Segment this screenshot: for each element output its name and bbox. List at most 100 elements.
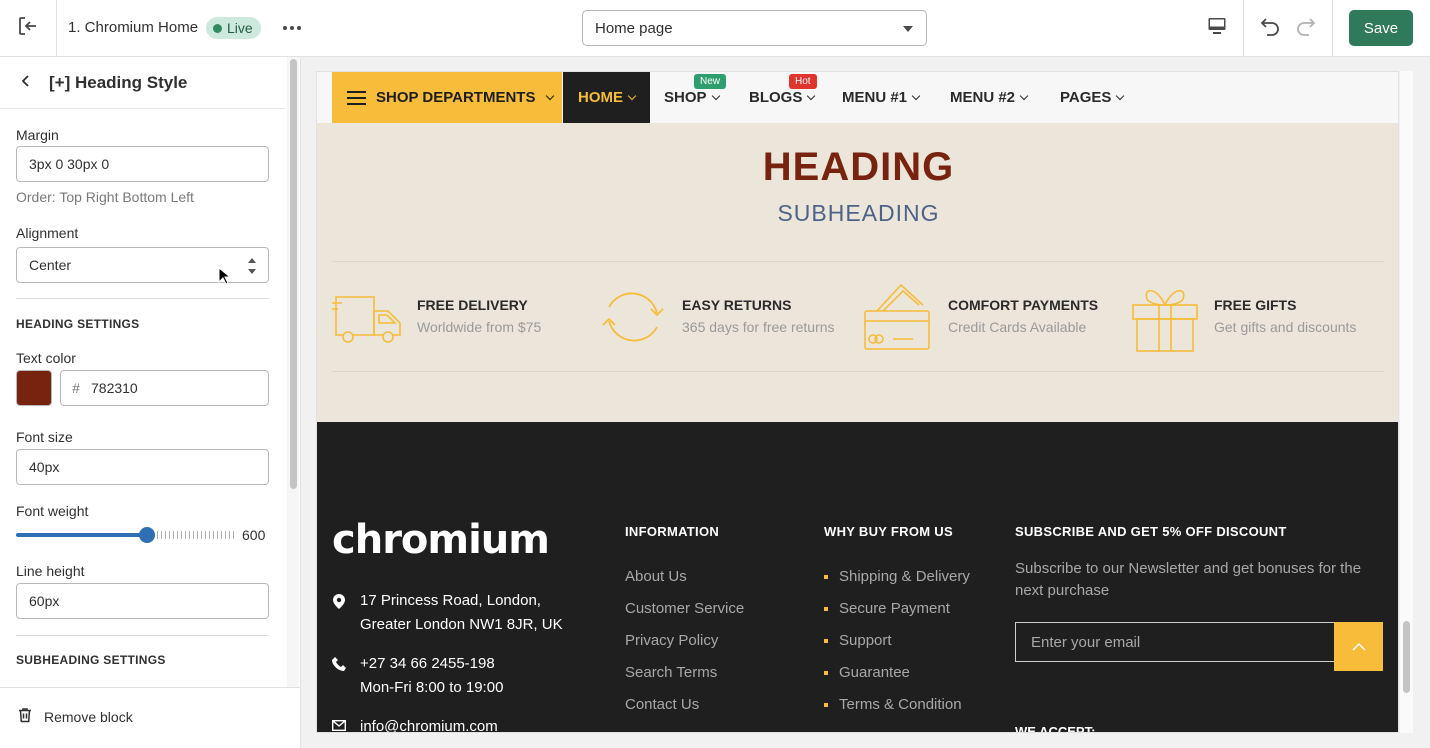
footer-link[interactable]: Privacy Policy bbox=[625, 632, 718, 649]
chevron-down-icon bbox=[1116, 91, 1125, 101]
chevron-down-icon bbox=[711, 91, 720, 101]
trash-icon bbox=[16, 706, 34, 727]
nav-home[interactable]: HOME bbox=[563, 72, 650, 123]
status-dot-icon bbox=[213, 23, 222, 33]
more-actions-button[interactable] bbox=[278, 14, 306, 42]
shop-departments-menu[interactable]: SHOP DEPARTMENTS bbox=[332, 72, 562, 123]
footer-link[interactable]: Search Terms bbox=[625, 664, 717, 681]
nav-pages[interactable]: PAGES bbox=[1060, 72, 1125, 123]
hamburger-icon bbox=[347, 90, 366, 105]
nav-blogs-label: BLOGS bbox=[749, 89, 803, 106]
nav-menu-2[interactable]: MENU #2 bbox=[950, 72, 1029, 123]
text-color-swatch[interactable] bbox=[16, 370, 52, 406]
address-line: 17 Princess Road, London, bbox=[360, 592, 541, 609]
sidebar-title: [+] Heading Style bbox=[49, 73, 188, 92]
newsletter-email-input[interactable]: Enter your email bbox=[1015, 622, 1335, 662]
footer-link-label: Shipping & Delivery bbox=[839, 568, 970, 585]
credit-card-icon bbox=[863, 281, 935, 353]
line-height-input[interactable]: 60px bbox=[16, 583, 269, 619]
sidebar-footer: Remove block bbox=[0, 687, 300, 748]
footer-link[interactable]: Support bbox=[824, 632, 892, 649]
exit-editor-button[interactable] bbox=[0, 0, 57, 56]
back-button[interactable] bbox=[14, 71, 38, 95]
feature-subtitle: Worldwide from $75 bbox=[417, 319, 542, 335]
font-weight-slider[interactable] bbox=[16, 527, 234, 543]
divider bbox=[332, 371, 1384, 372]
shop-departments-label: SHOP DEPARTMENTS bbox=[376, 89, 536, 106]
desktop-icon bbox=[1207, 16, 1227, 41]
nav-home-label: HOME bbox=[578, 89, 623, 106]
slider-thumb[interactable] bbox=[139, 527, 155, 543]
feature-subtitle: Credit Cards Available bbox=[948, 319, 1087, 335]
hot-badge: Hot bbox=[789, 74, 817, 89]
redo-icon bbox=[1295, 15, 1317, 42]
redo-button[interactable] bbox=[1291, 12, 1321, 44]
feature-comfort-payments: COMFORT PAYMENTS Credit Cards Available bbox=[863, 281, 1123, 353]
footer-link[interactable]: Contact Us bbox=[625, 696, 699, 713]
heading-block[interactable]: HEADING SUBHEADING FREE DELIVERY Worldwi… bbox=[317, 123, 1398, 422]
mail-icon bbox=[332, 720, 346, 732]
text-color-input[interactable]: # 782310 bbox=[60, 370, 269, 406]
undo-icon bbox=[1259, 15, 1281, 42]
feature-free-delivery: FREE DELIVERY Worldwide from $75 bbox=[332, 281, 592, 353]
exit-icon bbox=[17, 15, 39, 42]
nav-blogs[interactable]: BLOGS Hot bbox=[749, 72, 817, 123]
scrollbar-thumb[interactable] bbox=[290, 59, 297, 489]
heading-settings-title: HEADING SETTINGS bbox=[16, 317, 140, 331]
page-selector[interactable]: Home page bbox=[582, 10, 927, 46]
sidebar-header: [+] Heading Style bbox=[0, 57, 285, 109]
divider bbox=[1332, 0, 1333, 56]
alignment-select[interactable]: Center bbox=[16, 247, 269, 283]
address-line: Greater London NW1 8JR, UK bbox=[360, 616, 563, 633]
footer-logo[interactable]: chromium bbox=[332, 517, 550, 563]
divider bbox=[332, 261, 1384, 262]
font-weight-value: 600 bbox=[242, 527, 266, 543]
phone-number[interactable]: +27 34 66 2455-198 bbox=[360, 652, 503, 676]
nav-menu-2-label: MENU #2 bbox=[950, 89, 1016, 106]
footer-link-label: Terms & Condition bbox=[839, 696, 962, 713]
email-link[interactable]: info@chromium.com bbox=[360, 715, 498, 732]
bullet-icon bbox=[824, 639, 828, 644]
undo-button[interactable] bbox=[1255, 12, 1285, 44]
margin-input[interactable]: 3px 0 30px 0 bbox=[16, 146, 269, 182]
location-pin-icon bbox=[332, 594, 346, 637]
bullet-icon bbox=[824, 671, 828, 676]
mouse-cursor-icon bbox=[218, 266, 232, 290]
footer-link[interactable]: Terms & Condition bbox=[824, 696, 962, 713]
footer-link[interactable]: Guarantee bbox=[824, 664, 910, 681]
footer-link-label: Guarantee bbox=[839, 664, 910, 681]
font-size-value: 40px bbox=[29, 459, 60, 475]
footer-link-label: Secure Payment bbox=[839, 600, 950, 617]
slider-ticks bbox=[157, 531, 234, 539]
information-title: INFORMATION bbox=[625, 524, 720, 539]
phone-icon bbox=[332, 657, 346, 700]
live-status-badge: Live bbox=[206, 17, 261, 39]
select-arrows-icon bbox=[248, 258, 257, 274]
footer-link[interactable]: Customer Service bbox=[625, 600, 744, 617]
footer-link[interactable]: Secure Payment bbox=[824, 600, 950, 617]
scrollbar-thumb[interactable] bbox=[1403, 621, 1410, 693]
footer-address: 17 Princess Road, London, Greater London … bbox=[332, 589, 563, 637]
remove-block-button[interactable]: Remove block bbox=[16, 706, 133, 727]
settings-sidebar: [+] Heading Style Margin 3px 0 30px 0 Or… bbox=[0, 57, 301, 748]
chevron-left-icon bbox=[19, 74, 33, 93]
nav-menu-1[interactable]: MENU #1 bbox=[842, 72, 921, 123]
bullet-icon bbox=[824, 703, 828, 708]
sidebar-scrollbar[interactable] bbox=[287, 57, 299, 687]
save-button[interactable]: Save bbox=[1349, 10, 1413, 46]
feature-title: FREE DELIVERY bbox=[417, 297, 528, 313]
heading-text: HEADING bbox=[762, 145, 955, 189]
footer-link[interactable]: Shipping & Delivery bbox=[824, 568, 970, 585]
subheading-settings-title: SUBHEADING SETTINGS bbox=[16, 653, 166, 667]
preview-scrollbar[interactable] bbox=[1400, 71, 1413, 733]
alignment-select-value: Center bbox=[29, 257, 72, 273]
truck-icon bbox=[332, 281, 404, 353]
store-navigation: SHOP DEPARTMENTS HOME SHOP New BLOGS Hot… bbox=[317, 72, 1398, 123]
nav-shop[interactable]: SHOP New bbox=[664, 72, 727, 123]
alignment-label: Alignment bbox=[16, 225, 79, 241]
desktop-preview-button[interactable] bbox=[1200, 11, 1234, 45]
scroll-to-top-button[interactable] bbox=[1334, 622, 1383, 671]
feature-free-gifts: FREE GIFTS Get gifts and discounts bbox=[1129, 281, 1389, 353]
font-size-input[interactable]: 40px bbox=[16, 449, 269, 485]
footer-link[interactable]: About Us bbox=[625, 568, 687, 585]
